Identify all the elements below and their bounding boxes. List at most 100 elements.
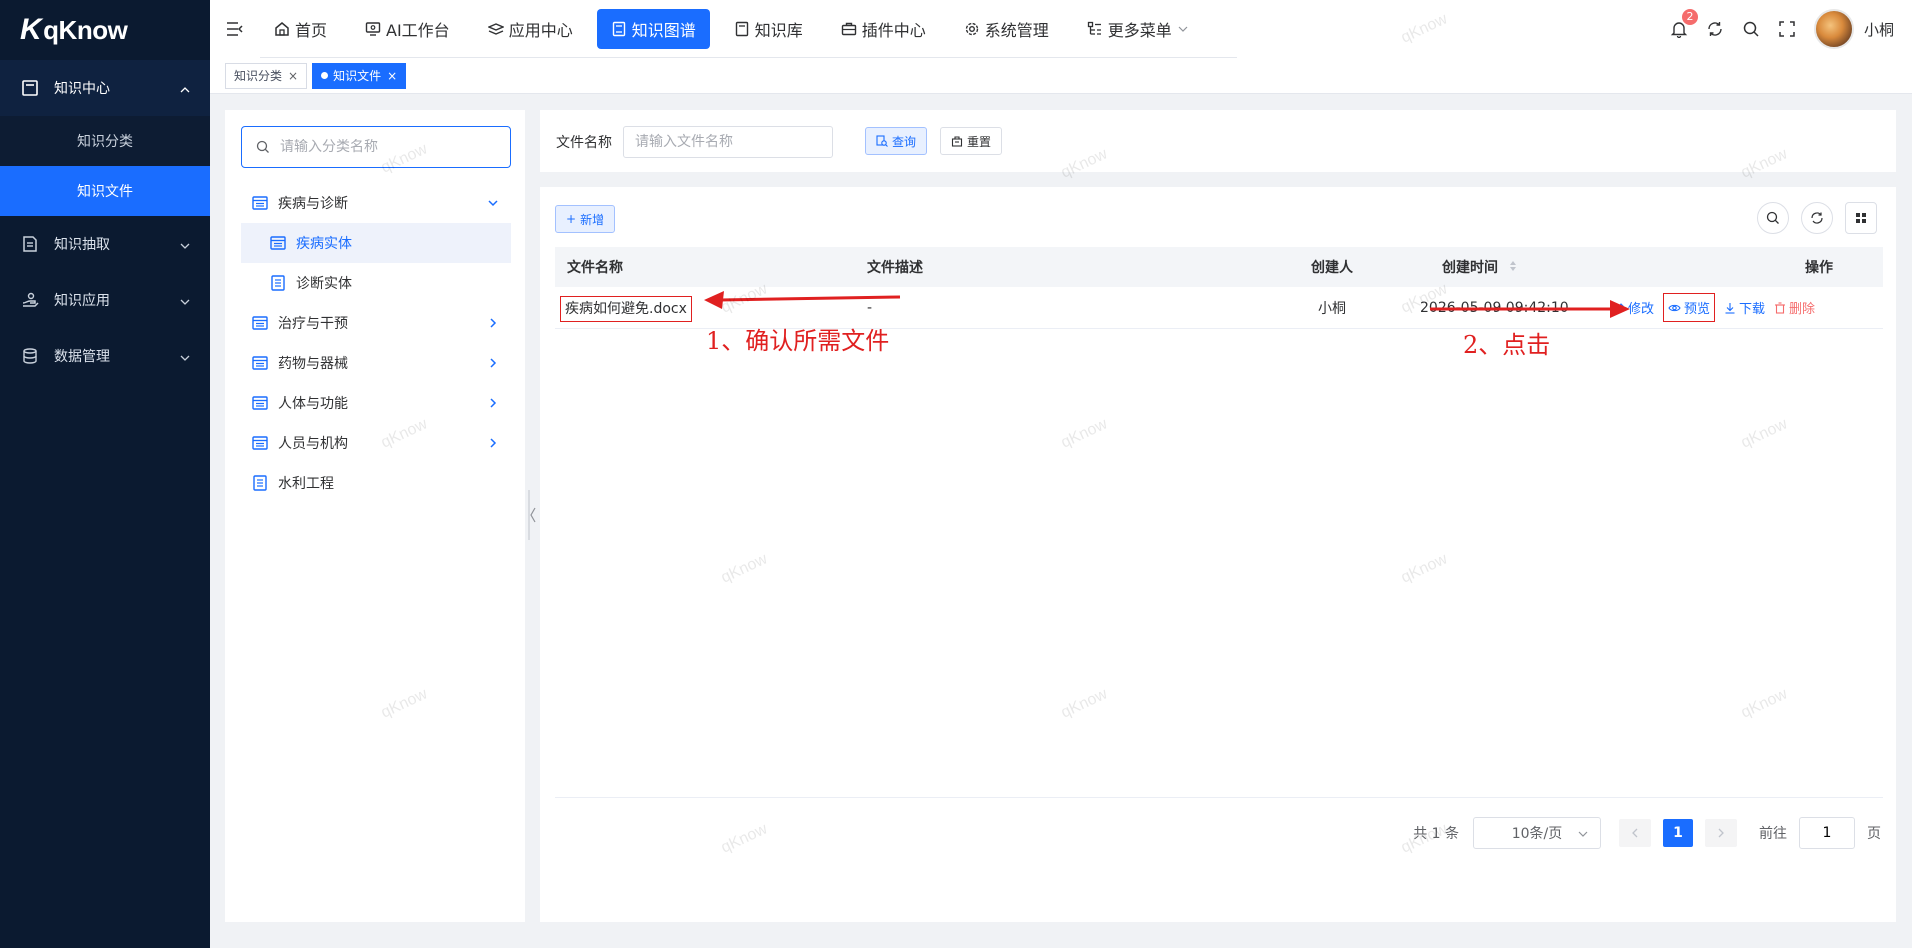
book-icon — [735, 21, 748, 36]
nav-knowledge-graph[interactable]: 知识图谱 — [596, 8, 710, 49]
sidebar: K qKnow 知识中心 知识分类 知识文件 知识抽取 知识应用 数据管理 — [0, 0, 210, 948]
filter-panel: 文件名称 查询 重置 — [540, 110, 1896, 172]
file-name-input[interactable] — [623, 126, 833, 158]
delete-button[interactable]: 删除 — [1774, 298, 1815, 317]
refresh-button[interactable] — [1704, 18, 1726, 40]
nav-system-management[interactable]: 系统管理 — [950, 9, 1063, 49]
page-size-select[interactable]: 10条/页 — [1473, 817, 1601, 849]
menu-group-knowledge-center: 知识中心 知识分类 知识文件 — [0, 60, 210, 216]
add-button[interactable]: + 新增 — [555, 205, 616, 233]
query-button[interactable]: 查询 — [865, 127, 928, 155]
nav-plugin-center-label: 插件中心 — [861, 20, 926, 40]
trash-icon — [1775, 301, 1786, 314]
nav-app-center[interactable]: 应用中心 — [474, 9, 587, 49]
active-dot-icon — [321, 72, 329, 79]
nav-knowledge-base[interactable]: 知识库 — [720, 9, 817, 49]
download-button[interactable]: 下载 — [1724, 298, 1765, 317]
chevron-down-icon — [180, 351, 190, 361]
preview-button[interactable]: 预览 — [1663, 293, 1716, 322]
tree-node-drugs-devices[interactable]: 药物与器械 — [241, 343, 511, 383]
goto-page-input[interactable] — [1799, 817, 1855, 849]
menu-item-knowledge-file[interactable]: 知识文件 — [0, 166, 210, 216]
menu-knowledge-application-label: 知识应用 — [54, 293, 110, 309]
tab-knowledge-category-label: 知识分类 — [234, 69, 283, 83]
fullscreen-button[interactable] — [1776, 18, 1798, 40]
col-created-time[interactable]: 创建时间 — [1442, 257, 1517, 277]
page-number-current[interactable]: 1 — [1663, 819, 1693, 847]
next-page-button[interactable] — [1705, 819, 1737, 847]
close-icon[interactable]: × — [387, 69, 397, 83]
page-suffix-label: 页 — [1867, 826, 1881, 842]
panel-resize-handle[interactable] — [528, 490, 536, 540]
chevron-right-icon[interactable] — [487, 397, 499, 409]
category-search-input[interactable] — [280, 139, 500, 155]
tree-node-body-function[interactable]: 人体与功能 — [241, 383, 511, 423]
columns-toggle-button[interactable] — [1845, 202, 1877, 234]
tree-node-personnel-institutions[interactable]: 人员与机构 — [241, 423, 511, 463]
app-logo[interactable]: K qKnow — [0, 0, 210, 60]
file-name-cell[interactable]: 疾病如何避免.docx — [560, 295, 692, 322]
nav-home-label: 首页 — [295, 20, 328, 40]
creator-cell: 小桐 — [1318, 300, 1346, 317]
search-icon — [1743, 21, 1759, 37]
nav-plugin-center[interactable]: 插件中心 — [827, 9, 940, 49]
chevron-down-icon — [1178, 26, 1188, 32]
nav-more-menu-label: 更多菜单 — [1107, 20, 1172, 40]
tree-node-diagnosis-entity[interactable]: 诊断实体 — [241, 263, 511, 303]
file-name-cell-wrap: 疾病如何避免.docx — [560, 295, 692, 322]
created-time-cell: 2026-05-09 09:42:10 — [1420, 299, 1569, 316]
refresh-table-button[interactable] — [1801, 202, 1833, 234]
category-tree-panel: 疾病与诊断 疾病实体 诊断实体 治疗与干预 药物与器械 人体与功能 — [225, 110, 525, 922]
toggle-search-button[interactable] — [1757, 202, 1789, 234]
nav-system-management-label: 系统管理 — [984, 20, 1049, 40]
hand-icon — [20, 290, 40, 310]
nav-more-menu[interactable]: 更多菜单 — [1073, 9, 1207, 49]
chevron-right-icon[interactable] — [487, 357, 499, 369]
tree-node-label: 疾病实体 — [296, 236, 352, 252]
sidebar-toggle-button[interactable] — [210, 21, 260, 37]
reset-button-label: 重置 — [967, 134, 992, 149]
chevron-down-icon — [180, 239, 190, 249]
nav-home[interactable]: 首页 — [260, 9, 341, 49]
sort-icon[interactable] — [1509, 260, 1517, 272]
tree-node-water-engineering[interactable]: 水利工程 — [241, 463, 511, 503]
username[interactable]: 小桐 — [1864, 19, 1894, 40]
menu-data-management[interactable]: 数据管理 — [0, 328, 210, 384]
menu-knowledge-extraction[interactable]: 知识抽取 — [0, 216, 210, 272]
chevron-right-icon[interactable] — [487, 317, 499, 329]
category-search-field[interactable] — [241, 126, 511, 168]
divider — [555, 797, 1883, 798]
tags-view: 知识分类 × 知识文件 × — [210, 58, 1912, 94]
row-actions: 修改 预览 下载 删除 — [1613, 293, 1824, 322]
reset-button[interactable]: 重置 — [940, 127, 1003, 155]
tab-knowledge-file[interactable]: 知识文件 × — [312, 62, 407, 89]
gear-icon — [965, 22, 978, 35]
chevron-down-icon — [180, 295, 190, 305]
layers-icon — [487, 22, 504, 35]
nav-ai-workbench[interactable]: AI工作台 — [351, 9, 464, 49]
menu-knowledge-application[interactable]: 知识应用 — [0, 272, 210, 328]
edit-button[interactable]: 修改 — [1613, 298, 1654, 317]
search-button[interactable] — [1740, 18, 1762, 40]
category-tree: 疾病与诊断 疾病实体 诊断实体 治疗与干预 药物与器械 人体与功能 人员与机构 … — [241, 183, 511, 503]
folder-list-icon — [251, 394, 269, 412]
chevron-down-icon[interactable] — [487, 197, 499, 209]
close-icon[interactable]: × — [288, 69, 298, 83]
submenu-knowledge-center: 知识分类 知识文件 — [0, 116, 210, 216]
briefcase-icon — [841, 22, 856, 35]
tree-node-label: 诊断实体 — [296, 276, 352, 292]
tab-knowledge-category[interactable]: 知识分类 × — [225, 62, 308, 89]
notification-button[interactable]: 2 — [1668, 9, 1698, 40]
nav-ai-workbench-label: AI工作台 — [386, 20, 450, 40]
prev-page-button[interactable] — [1619, 819, 1651, 847]
folder-list-icon — [251, 434, 269, 452]
tree-node-disease-entity[interactable]: 疾病实体 — [241, 223, 511, 263]
menu-knowledge-center[interactable]: 知识中心 — [0, 60, 210, 116]
menu-knowledge-extraction-label: 知识抽取 — [54, 237, 110, 253]
avatar[interactable] — [1813, 9, 1854, 49]
chevron-right-icon[interactable] — [487, 437, 499, 449]
query-button-label: 查询 — [892, 134, 917, 149]
tree-node-disease-diagnosis[interactable]: 疾病与诊断 — [241, 183, 511, 223]
menu-item-knowledge-category[interactable]: 知识分类 — [0, 116, 210, 166]
tree-node-treatment[interactable]: 治疗与干预 — [241, 303, 511, 343]
